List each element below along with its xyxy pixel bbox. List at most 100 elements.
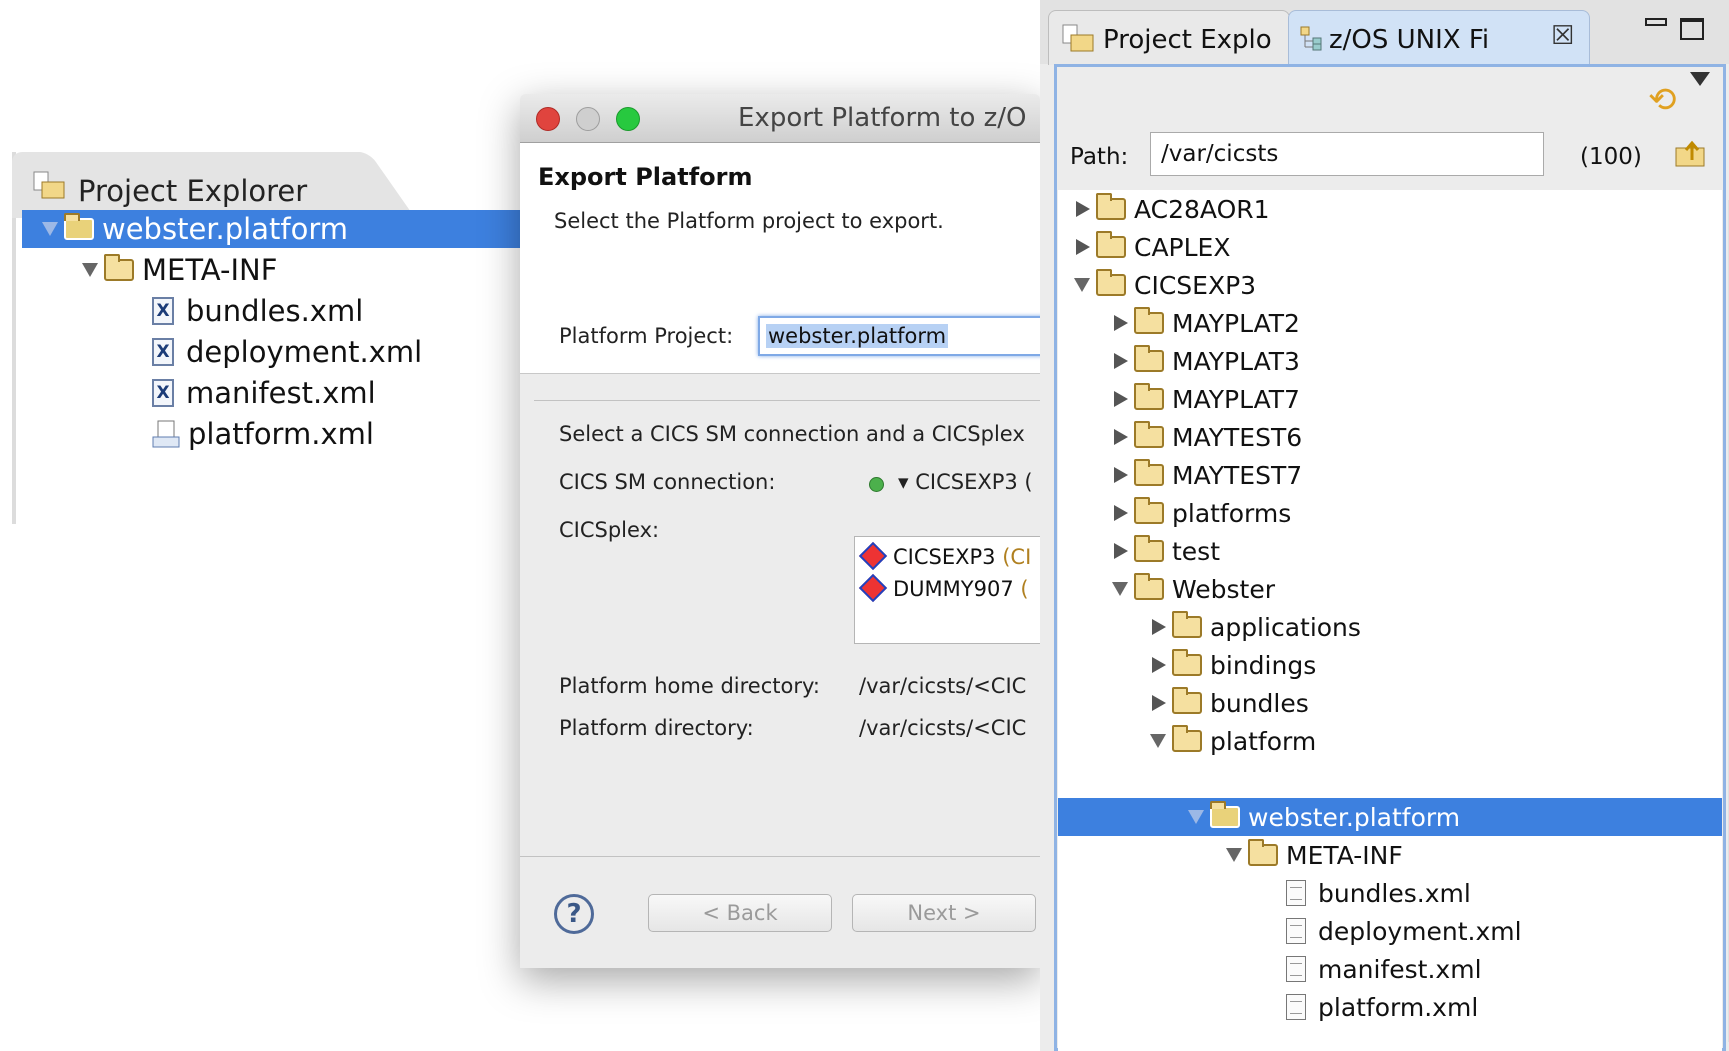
expand-triangle-icon[interactable] bbox=[1114, 467, 1128, 483]
tree-item-manifest-xml[interactable]: X manifest.xml bbox=[152, 373, 376, 413]
tree-item-label: MAYTEST6 bbox=[1172, 422, 1303, 452]
expand-triangle-icon[interactable] bbox=[1114, 315, 1128, 331]
expand-triangle-icon[interactable] bbox=[1114, 429, 1128, 445]
folder-icon bbox=[1172, 649, 1202, 676]
tree-item-cicsexp3[interactable]: CICSEXP3 bbox=[1074, 266, 1256, 304]
tree-item-mayplat3[interactable]: MAYPLAT3 bbox=[1114, 342, 1300, 380]
expand-triangle-icon[interactable] bbox=[1114, 353, 1128, 369]
folder-icon bbox=[1248, 839, 1278, 866]
separator bbox=[534, 400, 1054, 401]
collapse-triangle-icon[interactable] bbox=[1226, 848, 1242, 862]
close-tab-icon[interactable]: ☒ bbox=[1551, 21, 1574, 51]
collapse-triangle-icon[interactable] bbox=[1188, 810, 1204, 824]
tree-item-platforms[interactable]: platforms bbox=[1114, 494, 1291, 532]
path-item-count: (100) bbox=[1580, 144, 1642, 170]
cicsplex-suffix: ( bbox=[1020, 577, 1029, 601]
tree-item-label: platforms bbox=[1172, 498, 1292, 528]
tree-item-platform-xml[interactable]: platform.xml bbox=[1286, 988, 1478, 1026]
cicsplex-item[interactable]: CICSEXP3 (CI bbox=[858, 541, 1032, 571]
expand-triangle-icon[interactable] bbox=[1152, 619, 1166, 635]
folder-icon bbox=[1172, 611, 1202, 638]
left-project-explorer: Project Explorer webster.platform META-I… bbox=[12, 152, 534, 524]
connection-prompt: Select a CICS SM connection and a CICSpl… bbox=[559, 422, 1025, 446]
tree-item-meta-inf[interactable]: META-INF bbox=[82, 250, 277, 290]
maximize-view-icon[interactable] bbox=[1680, 18, 1704, 40]
tree-item-label: bundles bbox=[1210, 688, 1309, 718]
tree-item-label: test bbox=[1172, 536, 1221, 566]
path-input[interactable]: /var/cicsts bbox=[1150, 132, 1544, 176]
expand-triangle-icon[interactable] bbox=[1152, 657, 1166, 673]
help-button[interactable]: ? bbox=[554, 894, 594, 934]
expand-triangle-icon[interactable] bbox=[1114, 543, 1128, 559]
folder-icon bbox=[1134, 573, 1164, 600]
expand-triangle-icon[interactable] bbox=[1152, 695, 1166, 711]
tab-project-explorer[interactable]: Project Explo bbox=[1048, 10, 1290, 65]
tree-item-maytest6[interactable]: MAYTEST6 bbox=[1114, 418, 1302, 456]
expand-triangle-icon[interactable] bbox=[1076, 201, 1090, 217]
tree-item-label: manifest.xml bbox=[186, 376, 376, 410]
cicsplex-list[interactable]: CICSEXP3 (CI DUMMY907 ( bbox=[854, 536, 1056, 644]
tree-item-webster-platform[interactable]: webster.platform bbox=[42, 209, 348, 249]
folder-icon bbox=[1134, 535, 1164, 562]
tree-item-meta-inf[interactable]: META-INF bbox=[1226, 836, 1403, 874]
platform-directory-label: Platform directory: bbox=[559, 716, 754, 740]
expand-triangle-icon[interactable] bbox=[1114, 391, 1128, 407]
tree-item-platform[interactable]: platform bbox=[1150, 722, 1316, 760]
zoom-window-button[interactable] bbox=[616, 107, 640, 131]
file-icon bbox=[1286, 956, 1306, 982]
file-icon bbox=[1286, 880, 1306, 906]
tab-label: Project Explo bbox=[1103, 25, 1272, 55]
collapse-triangle-icon[interactable] bbox=[1150, 734, 1166, 748]
minimize-view-icon[interactable] bbox=[1645, 18, 1667, 26]
minimize-window-button[interactable] bbox=[576, 107, 600, 131]
tree-item-manifest-xml[interactable]: manifest.xml bbox=[1286, 950, 1482, 988]
tree-item-bundles-xml[interactable]: X bundles.xml bbox=[152, 291, 363, 331]
tree-item-mayplat2[interactable]: MAYPLAT2 bbox=[1114, 304, 1300, 342]
tree-item-ac28aor1[interactable]: AC28AOR1 bbox=[1076, 190, 1270, 228]
tree-item-label: META-INF bbox=[142, 253, 278, 287]
back-button[interactable]: < Back bbox=[648, 894, 832, 932]
tree-item-webster[interactable]: Webster bbox=[1112, 570, 1275, 608]
folder-icon bbox=[1096, 231, 1126, 258]
tree-item-bundles-xml[interactable]: bundles.xml bbox=[1286, 874, 1471, 912]
tree-item-applications[interactable]: applications bbox=[1152, 608, 1361, 646]
cicsplex-item[interactable]: DUMMY907 ( bbox=[858, 573, 1029, 603]
next-button[interactable]: Next > bbox=[852, 894, 1036, 932]
tree-item-webster-platform[interactable]: webster.platform bbox=[1188, 798, 1460, 836]
collapse-triangle-icon[interactable] bbox=[1074, 278, 1090, 292]
collapse-triangle-icon[interactable] bbox=[1112, 582, 1128, 596]
tree-item-test[interactable]: test bbox=[1114, 532, 1220, 570]
expand-triangle-icon[interactable] bbox=[1076, 239, 1090, 255]
tree-item-label: bundles.xml bbox=[1318, 878, 1471, 908]
tree-item-deployment-xml[interactable]: X deployment.xml bbox=[152, 332, 422, 372]
tree-item-platform-xml[interactable]: platform.xml bbox=[152, 414, 374, 454]
expand-triangle-icon[interactable] bbox=[82, 263, 98, 277]
platform-project-input[interactable]: webster.platform bbox=[758, 316, 1058, 356]
close-window-button[interactable] bbox=[536, 107, 560, 131]
tree-item-mayplat7[interactable]: MAYPLAT7 bbox=[1114, 380, 1300, 418]
tree-item-bundles[interactable]: bundles bbox=[1152, 684, 1309, 722]
tree-item-label: platform.xml bbox=[1318, 992, 1479, 1022]
folder-icon bbox=[1096, 193, 1126, 220]
up-folder-icon[interactable] bbox=[1674, 138, 1708, 168]
refresh-icon[interactable]: ⟲ bbox=[1648, 80, 1677, 120]
dialog-header-subtitle: Select the Platform project to export. bbox=[554, 209, 944, 233]
tree-item-label: applications bbox=[1210, 612, 1361, 642]
expand-triangle-icon[interactable] bbox=[1114, 505, 1128, 521]
cics-sm-connection-dropdown[interactable]: ▾ CICSEXP3 ( bbox=[898, 470, 1033, 494]
tree-item-label: manifest.xml bbox=[1318, 954, 1482, 984]
folder-icon bbox=[1134, 345, 1164, 372]
tree-item-label: webster.platform bbox=[102, 212, 348, 246]
platform-home-directory-value: /var/cicsts/<CIC bbox=[859, 674, 1027, 698]
tree-item-maytest7[interactable]: MAYTEST7 bbox=[1114, 456, 1302, 494]
tree-item-caplex[interactable]: CAPLEX bbox=[1076, 228, 1230, 266]
view-menu-chevron-icon[interactable] bbox=[1690, 72, 1710, 86]
cicsplex-suffix: (CI bbox=[1002, 545, 1032, 569]
tree-item-bindings[interactable]: bindings bbox=[1152, 646, 1316, 684]
tree-item-label: platform bbox=[1210, 726, 1317, 756]
expand-triangle-icon[interactable] bbox=[42, 222, 58, 236]
tab-zos-unix-files[interactable]: z/OS UNIX Fi ☒ bbox=[1288, 10, 1590, 65]
tree-item-deployment-xml[interactable]: deployment.xml bbox=[1286, 912, 1522, 950]
xml-file-icon: X bbox=[152, 338, 174, 366]
export-platform-dialog: Export Platform to z/O Export Platform S… bbox=[520, 94, 1058, 968]
